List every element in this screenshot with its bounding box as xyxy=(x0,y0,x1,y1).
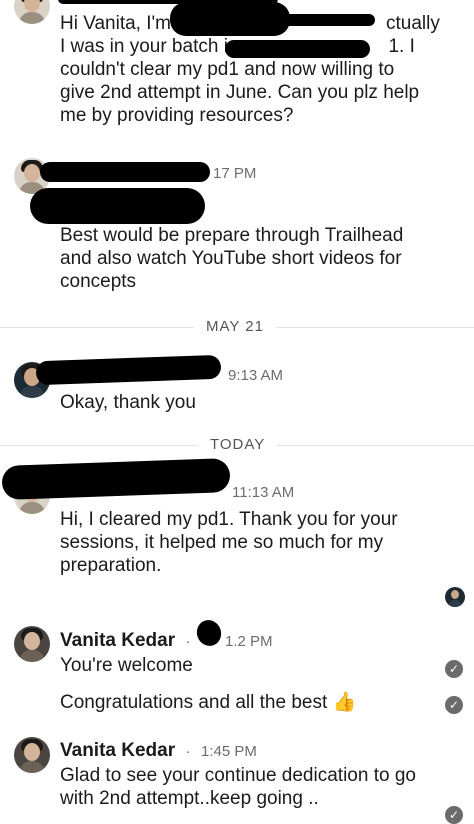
message-text: Glad to see your continue dedication to … xyxy=(60,765,416,809)
message-time: 17 PM xyxy=(213,165,257,182)
redaction-scribble xyxy=(30,188,205,224)
sender-name[interactable]: Vanita Kedar xyxy=(60,740,175,761)
check-circle-icon: ✓ xyxy=(445,660,463,678)
thumbs-up-emoji: 👍 xyxy=(332,692,357,713)
message-time: 9:13 AM xyxy=(228,367,284,384)
message-time: 1.2 PM xyxy=(225,633,273,650)
message-header: Vanita Kedar · 1:45 PM xyxy=(60,740,257,762)
redaction-scribble xyxy=(1,458,231,500)
date-label: TODAY xyxy=(198,436,278,453)
redaction-scribble xyxy=(265,14,375,26)
check-circle-icon: ✓ xyxy=(445,806,463,824)
avatar xyxy=(14,626,50,662)
message-text: You're welcome xyxy=(60,655,193,676)
message-text: Hi, I cleared my pd1. Thank you for your… xyxy=(60,509,398,576)
message-text: Okay, thank you xyxy=(60,392,196,413)
redaction-scribble xyxy=(40,162,210,182)
message-header: Vanita Kedar · 1.2 PM xyxy=(60,630,273,652)
check-circle-icon: ✓ xyxy=(445,696,463,714)
message-text: Congratulations and all the best 👍 xyxy=(60,692,357,713)
message-time: 1:45 PM xyxy=(201,743,257,760)
sender-name[interactable]: Vanita Kedar xyxy=(60,630,175,651)
avatar xyxy=(14,737,50,773)
separator-dot: · xyxy=(185,633,191,650)
redaction-scribble xyxy=(225,40,370,58)
redaction-scribble xyxy=(35,354,222,386)
seen-avatar xyxy=(445,587,465,607)
message-time: 11:13 AM xyxy=(232,484,295,501)
avatar xyxy=(14,0,50,24)
message-text: Best would be prepare through Trailhead … xyxy=(60,225,404,292)
date-label: MAY 21 xyxy=(194,318,276,335)
separator-dot: · xyxy=(185,743,191,760)
